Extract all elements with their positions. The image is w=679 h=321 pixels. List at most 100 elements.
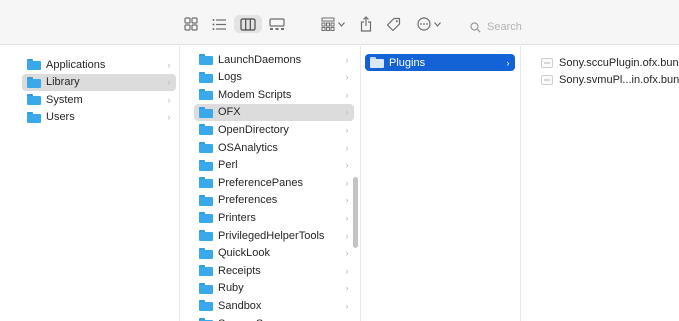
bundle-file-icon bbox=[541, 57, 553, 68]
folder-item[interactable]: Modem Scripts › bbox=[194, 86, 354, 103]
file-item[interactable]: Sony.svmuPl...in.ofx.bundle bbox=[539, 72, 679, 89]
folder-item[interactable]: Ruby › bbox=[194, 280, 354, 297]
item-label: Screen Savers bbox=[218, 318, 342, 321]
bundle-file-icon bbox=[541, 75, 553, 85]
folder-item[interactable]: QuickLook › bbox=[194, 245, 354, 262]
folder-icon bbox=[199, 265, 213, 277]
folder-item[interactable]: Printers › bbox=[194, 209, 354, 226]
folder-item[interactable]: Applications › bbox=[22, 56, 176, 73]
item-label: Receipts bbox=[218, 264, 261, 277]
chevron-right-icon: › bbox=[167, 94, 171, 105]
column-plugins: Sony.sccuPlugin.ofx.bundle Sony.svmuPl...… bbox=[521, 46, 679, 321]
search-field[interactable] bbox=[470, 17, 679, 37]
search-input[interactable] bbox=[487, 21, 637, 33]
chevron-down-icon bbox=[338, 21, 345, 27]
search-icon bbox=[470, 21, 481, 33]
group-icon bbox=[321, 17, 335, 31]
folder-icon bbox=[199, 247, 213, 259]
item-label: LaunchDaemons bbox=[218, 53, 302, 66]
item-label: OFX bbox=[218, 106, 241, 119]
folder-item[interactable]: OFX › bbox=[194, 103, 354, 121]
column-browser: Applications › Library › System › Users › Launc… bbox=[0, 46, 679, 321]
folder-item[interactable]: Plugins › bbox=[365, 54, 515, 71]
folder-icon bbox=[199, 89, 213, 101]
chevron-right-icon: › bbox=[167, 77, 171, 87]
item-label: Sony.sccuPlugin.ofx.bundle bbox=[559, 56, 679, 69]
folder-icon bbox=[27, 59, 41, 70]
chevron-right-icon: › bbox=[345, 142, 349, 153]
folder-icon bbox=[199, 142, 213, 153]
item-label: System bbox=[46, 93, 83, 106]
folder-item[interactable]: Logs › bbox=[194, 69, 354, 86]
group-button[interactable] bbox=[318, 15, 348, 33]
chevron-right-icon: › bbox=[345, 300, 349, 311]
item-label: Printers bbox=[218, 211, 256, 224]
folder-icon bbox=[199, 282, 213, 294]
folder-item[interactable]: Receipts › bbox=[194, 262, 354, 279]
folder-item[interactable]: OSAnalytics › bbox=[194, 139, 354, 156]
folder-item[interactable]: System › bbox=[22, 91, 176, 108]
icon-view-button[interactable] bbox=[182, 15, 200, 33]
folder-icon bbox=[27, 111, 41, 123]
folder-icon bbox=[199, 230, 213, 241]
folder-icon bbox=[370, 57, 384, 68]
chevron-down-icon bbox=[434, 21, 441, 27]
chevron-right-icon: › bbox=[167, 59, 171, 70]
tag-button[interactable] bbox=[384, 15, 402, 33]
scrollbar-thumb[interactable] bbox=[353, 177, 358, 248]
column-ofx: Plugins › bbox=[361, 46, 521, 321]
file-item[interactable]: Sony.sccuPlugin.ofx.bundle bbox=[539, 54, 679, 71]
chevron-right-icon: › bbox=[506, 57, 510, 68]
gallery-view-button[interactable] bbox=[266, 15, 288, 33]
icon-view-icon bbox=[184, 17, 198, 31]
chevron-right-icon: › bbox=[345, 230, 349, 241]
folder-item[interactable]: PreferencePanes › bbox=[194, 174, 354, 191]
item-label: OpenDirectory bbox=[218, 123, 289, 136]
column-library: LaunchDaemons › Logs › Modem Scripts › OFX › Ope… bbox=[180, 46, 361, 321]
folder-icon bbox=[199, 300, 213, 312]
folder-icon bbox=[199, 177, 213, 189]
folder-icon bbox=[199, 212, 213, 224]
chevron-right-icon: › bbox=[345, 265, 349, 276]
chevron-right-icon: › bbox=[345, 212, 349, 223]
folder-item[interactable]: Screen Savers› bbox=[194, 315, 354, 321]
item-label: QuickLook bbox=[218, 247, 270, 260]
folder-item[interactable]: Sandbox › bbox=[194, 297, 354, 314]
folder-item[interactable]: Preferences › bbox=[194, 192, 354, 209]
item-label: Applications bbox=[46, 58, 106, 71]
folder-item[interactable]: OpenDirectory › bbox=[194, 121, 354, 138]
tag-icon bbox=[386, 17, 400, 31]
chevron-right-icon: › bbox=[345, 177, 349, 188]
folder-item[interactable]: Users › bbox=[22, 109, 176, 126]
share-icon bbox=[360, 16, 372, 32]
chevron-right-icon: › bbox=[345, 283, 349, 294]
folder-icon bbox=[199, 194, 213, 206]
share-button[interactable] bbox=[358, 15, 374, 33]
folder-icon bbox=[199, 106, 213, 118]
item-label: Preferences bbox=[218, 194, 278, 207]
item-label: OSAnalytics bbox=[218, 141, 278, 154]
item-label: Sony.svmuPl...in.ofx.bundle bbox=[559, 74, 679, 86]
item-label: Users bbox=[46, 111, 75, 123]
item-label: Plugins bbox=[389, 56, 426, 69]
chevron-right-icon: › bbox=[345, 89, 349, 100]
folder-item[interactable]: PrivilegedHelperTools › bbox=[194, 227, 354, 244]
chevron-right-icon: › bbox=[345, 72, 349, 83]
folder-icon bbox=[27, 76, 41, 88]
finder-toolbar bbox=[0, 0, 679, 45]
folder-icon bbox=[199, 54, 213, 65]
folder-item[interactable]: Perl › bbox=[194, 157, 354, 174]
item-label: Ruby bbox=[218, 282, 244, 295]
column-view-icon bbox=[240, 17, 256, 31]
list-view-button[interactable] bbox=[209, 15, 229, 33]
chevron-right-icon: › bbox=[345, 195, 349, 206]
folder-item[interactable]: LaunchDaemons › bbox=[194, 51, 354, 68]
gallery-view-icon bbox=[269, 17, 285, 30]
item-label: PrivilegedHelperTools bbox=[218, 229, 325, 242]
more-actions-button[interactable] bbox=[414, 15, 444, 33]
column-view-button[interactable] bbox=[234, 15, 262, 33]
item-label: Logs bbox=[218, 71, 242, 84]
list-view-icon bbox=[212, 18, 226, 30]
folder-item[interactable]: Library › bbox=[22, 73, 176, 91]
more-icon bbox=[417, 17, 431, 31]
